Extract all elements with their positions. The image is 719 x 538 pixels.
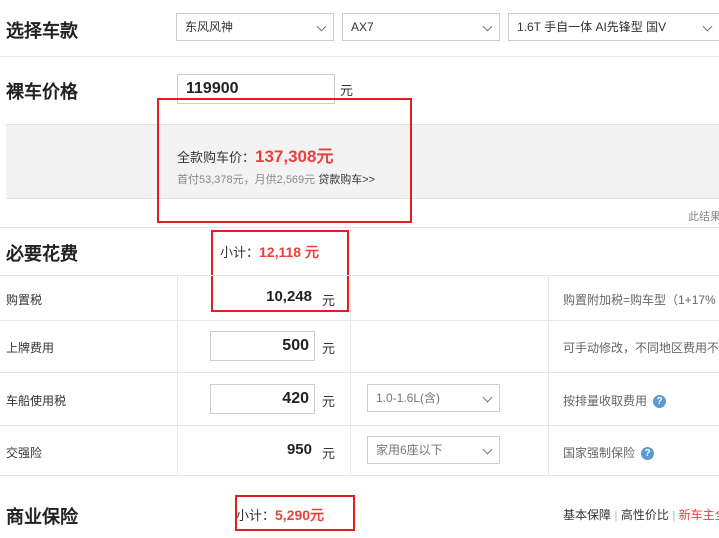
divider [0, 372, 719, 373]
plan-new-owner-link[interactable]: 新车主全 [679, 508, 719, 522]
plan-value-link[interactable]: 高性价比 [621, 508, 669, 522]
displacement-select-value: 1.0-1.6L(含) [376, 391, 441, 405]
link-separator: | [672, 508, 676, 522]
column-divider [548, 275, 549, 475]
divider [0, 320, 719, 321]
help-icon[interactable]: ? [653, 395, 667, 409]
trim-select[interactable]: 1.6T 手自一体 AI先锋型 国V [508, 13, 719, 41]
vehicle-tax-unit: 元 [322, 394, 336, 409]
compulsory-insurance-label: 交强险 [6, 446, 43, 460]
purchase-tax-note: 购置附加税=购车型（1+17% [563, 293, 716, 307]
registration-fee-label: 上牌费用 [6, 341, 55, 355]
model-select-value: AX7 [351, 20, 374, 34]
chevron-down-icon [702, 21, 713, 32]
brand-select[interactable]: 东风风神 [176, 13, 334, 41]
divider [0, 275, 719, 276]
seat-type-select-value: 家用6座以下 [376, 443, 443, 457]
purchase-tax-value: 10,248 [266, 288, 312, 305]
chevron-down-icon [316, 21, 327, 32]
column-divider [350, 275, 351, 475]
chevron-down-icon [482, 21, 493, 32]
compulsory-insurance-unit: 元 [322, 446, 336, 461]
bare-price-title: 裸车价格 [6, 82, 78, 102]
vehicle-tax-input[interactable]: 420 [210, 384, 315, 414]
chevron-down-icon [482, 392, 493, 403]
help-icon[interactable]: ? [641, 447, 655, 461]
necessary-title: 必要花费 [6, 244, 78, 264]
displacement-select[interactable]: 1.0-1.6L(含) [367, 384, 500, 412]
result-note: 此结果 [688, 211, 719, 223]
compulsory-insurance-value: 950 [286, 441, 312, 458]
compulsory-insurance-note: 国家强制保险? [563, 444, 655, 461]
brand-select-value: 东风风神 [185, 20, 234, 34]
chevron-down-icon [482, 444, 493, 455]
purchase-tax-unit: 元 [322, 293, 336, 308]
commercial-title: 商业保险 [6, 507, 78, 527]
plan-basic-link[interactable]: 基本保障 [563, 508, 611, 522]
divider [0, 56, 719, 57]
divider [0, 425, 719, 426]
highlight-box [235, 495, 355, 531]
registration-fee-unit: 元 [322, 341, 336, 356]
vehicle-tax-note-text: 按排量收取费用 [563, 394, 648, 408]
registration-fee-note: 可手动修改，不同地区费用不 [563, 341, 719, 355]
highlight-box [157, 98, 412, 223]
divider [0, 475, 719, 476]
vehicle-tax-note: 按排量收取费用? [563, 392, 667, 409]
seat-type-select[interactable]: 家用6座以下 [367, 436, 500, 464]
link-separator: | [614, 508, 618, 522]
model-select[interactable]: AX7 [342, 13, 500, 41]
vehicle-tax-label: 车船使用税 [6, 394, 67, 408]
registration-fee-input[interactable]: 500 [210, 331, 315, 361]
trim-select-value: 1.6T 手自一体 AI先锋型 国V [517, 20, 667, 34]
insurance-plan-links: 基本保障 | 高性价比 | 新车主全 [563, 506, 719, 523]
column-divider [177, 275, 178, 475]
divider [0, 227, 719, 228]
select-car-title: 选择车款 [6, 21, 78, 41]
purchase-tax-label: 购置税 [6, 293, 43, 307]
compulsory-insurance-note-text: 国家强制保险 [563, 446, 636, 460]
bare-price-unit: 元 [340, 83, 354, 98]
